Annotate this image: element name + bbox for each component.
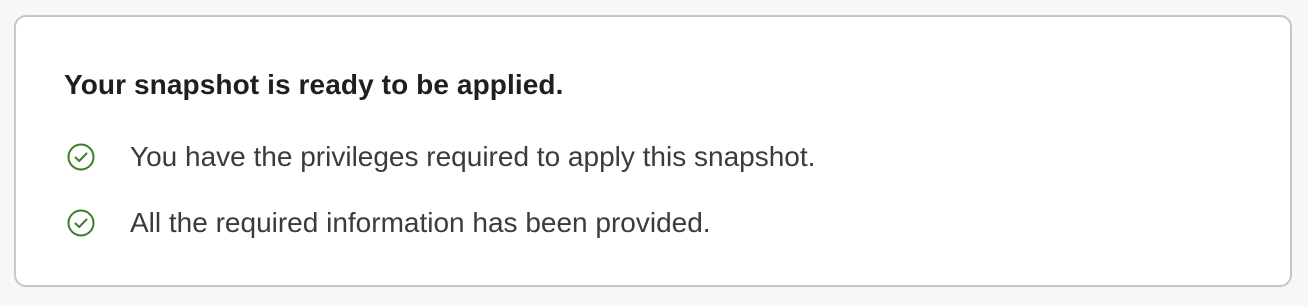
check-item-required-info: All the required information has been pr… [66,207,711,239]
check-circle-icon [66,208,96,238]
check-item-label: You have the privileges required to appl… [130,141,816,172]
check-circle-icon [66,142,96,172]
snapshot-status-card: Your snapshot is ready to be applied. Yo… [14,15,1292,287]
check-item-label: All the required information has been pr… [130,207,711,238]
snapshot-ready-heading: Your snapshot is ready to be applied. [64,69,564,100]
check-item-privileges: You have the privileges required to appl… [66,141,815,173]
